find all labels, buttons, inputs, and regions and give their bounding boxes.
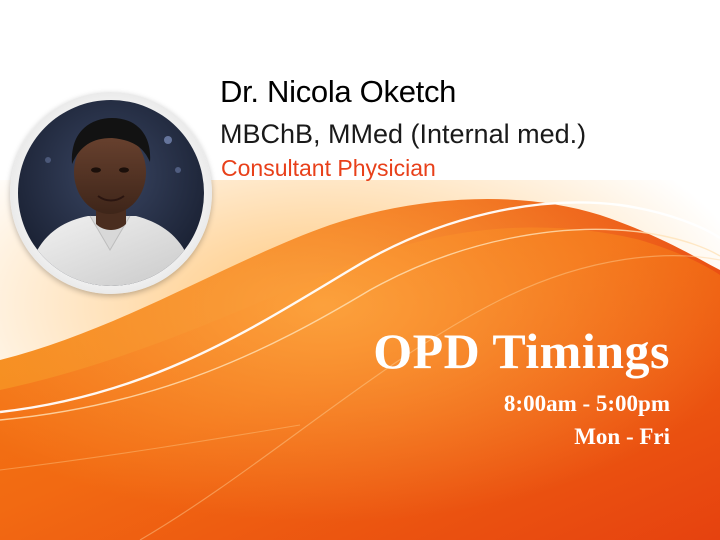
opd-timings-slide: Dr. Nicola Oketch MBChB, MMed (Internal …: [0, 0, 720, 540]
opd-timings-title: OPD Timings: [373, 323, 670, 379]
opd-hours: 8:00am - 5:00pm: [503, 391, 670, 416]
doctor-portrait-icon: [18, 100, 204, 286]
doctor-role: Consultant Physician: [221, 155, 436, 181]
doctor-name: Dr. Nicola Oketch: [220, 74, 457, 109]
opd-days: Mon - Fri: [574, 424, 670, 449]
doctor-qualifications: MBChB, MMed (Internal med.): [220, 119, 587, 149]
